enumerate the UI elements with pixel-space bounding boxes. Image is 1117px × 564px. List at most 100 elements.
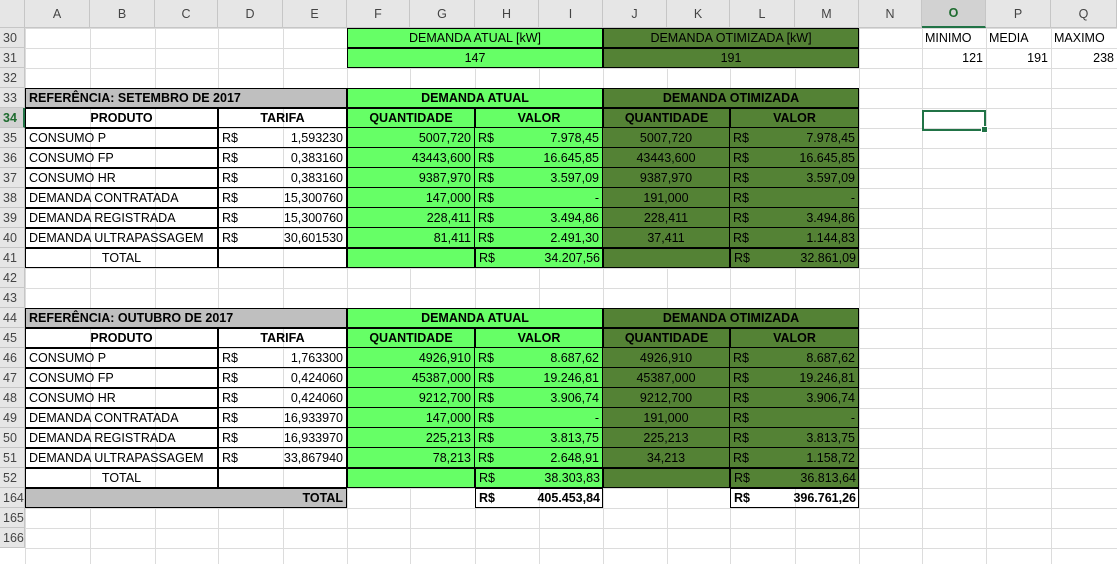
cell-quantidade-atual[interactable]: 9387,970: [347, 168, 475, 188]
cell-tarifa[interactable]: 15,300760: [218, 188, 347, 208]
column-header-q[interactable]: Q: [1051, 0, 1117, 28]
column-header-d[interactable]: D: [218, 0, 283, 28]
demanda-otimizada-kw-label[interactable]: DEMANDA OTIMIZADA [kW]: [603, 28, 859, 48]
column-header-o[interactable]: O: [922, 0, 986, 28]
cell-produto[interactable]: CONSUMO HR: [25, 388, 218, 408]
cell-valor-atual[interactable]: 16.645,85: [475, 148, 603, 168]
cell-tarifa[interactable]: 15,300760: [218, 208, 347, 228]
row-header-38[interactable]: 38: [0, 188, 25, 208]
total-label[interactable]: TOTAL: [25, 468, 218, 488]
col-tarifa[interactable]: TARIFA: [218, 328, 347, 348]
stat-label-minimo[interactable]: MINIMO: [922, 28, 986, 48]
column-header-f[interactable]: F: [347, 0, 410, 28]
cell-quantidade-atual[interactable]: 5007,720: [347, 128, 475, 148]
grand-total-otim[interactable]: 396.761,26: [730, 488, 859, 508]
col-produto[interactable]: PRODUTO: [25, 108, 218, 128]
stat-label-maximo[interactable]: MAXIMO: [1051, 28, 1117, 48]
cell-quantidade-otim[interactable]: 37,411: [603, 228, 730, 248]
total-qtd-otim-empty[interactable]: [603, 248, 730, 268]
row-header-164[interactable]: 164: [0, 488, 25, 508]
total-atual[interactable]: 34.207,56: [475, 248, 603, 268]
header-demanda-otimizada[interactable]: DEMANDA OTIMIZADA: [603, 308, 859, 328]
cell-valor-otim[interactable]: 1.158,72: [730, 448, 859, 468]
cell-tarifa[interactable]: 30,601530: [218, 228, 347, 248]
cell-tarifa[interactable]: 0,424060: [218, 368, 347, 388]
cell-valor-otim[interactable]: 3.813,75: [730, 428, 859, 448]
cell-valor-otim[interactable]: -: [730, 188, 859, 208]
cell-valor-atual[interactable]: 3.597,09: [475, 168, 603, 188]
cell-quantidade-atual[interactable]: 147,000: [347, 188, 475, 208]
row-header-51[interactable]: 51: [0, 448, 25, 468]
cell-quantidade-atual[interactable]: 9212,700: [347, 388, 475, 408]
cell-quantidade-otim[interactable]: 225,213: [603, 428, 730, 448]
cell-valor-atual[interactable]: -: [475, 188, 603, 208]
cell-quantidade-atual[interactable]: 225,213: [347, 428, 475, 448]
column-header-m[interactable]: M: [795, 0, 859, 28]
col-tarifa[interactable]: TARIFA: [218, 108, 347, 128]
row-header-44[interactable]: 44: [0, 308, 25, 328]
cell-valor-atual[interactable]: 3.813,75: [475, 428, 603, 448]
col-quantidade-atual[interactable]: QUANTIDADE: [347, 328, 475, 348]
header-demanda-atual[interactable]: DEMANDA ATUAL: [347, 88, 603, 108]
row-header-31[interactable]: 31: [0, 48, 25, 68]
total-tarifa-empty[interactable]: [218, 468, 347, 488]
cell-produto[interactable]: CONSUMO FP: [25, 368, 218, 388]
cell-valor-otim[interactable]: 19.246,81: [730, 368, 859, 388]
row-header-48[interactable]: 48: [0, 388, 25, 408]
row-header-33[interactable]: 33: [0, 88, 25, 108]
total-atual[interactable]: 38.303,83: [475, 468, 603, 488]
row-header-30[interactable]: 30: [0, 28, 25, 48]
cell-produto[interactable]: DEMANDA ULTRAPASSAGEM: [25, 228, 218, 248]
col-produto[interactable]: PRODUTO: [25, 328, 218, 348]
total-qtd-atual-empty[interactable]: [347, 468, 475, 488]
col-quantidade-otim[interactable]: QUANTIDADE: [603, 108, 730, 128]
cell-tarifa[interactable]: 1,593230: [218, 128, 347, 148]
cell-produto[interactable]: CONSUMO P: [25, 348, 218, 368]
cell-produto[interactable]: DEMANDA REGISTRADA: [25, 428, 218, 448]
row-header-36[interactable]: 36: [0, 148, 25, 168]
row-header-46[interactable]: 46: [0, 348, 25, 368]
demanda-atual-kw-value[interactable]: 147: [347, 48, 603, 68]
row-header-165[interactable]: 165: [0, 508, 25, 528]
cell-valor-otim[interactable]: 3.597,09: [730, 168, 859, 188]
cell-tarifa[interactable]: 16,933970: [218, 408, 347, 428]
cell-quantidade-atual[interactable]: 78,213: [347, 448, 475, 468]
cell-quantidade-otim[interactable]: 191,000: [603, 188, 730, 208]
total-qtd-atual-empty[interactable]: [347, 248, 475, 268]
cell-produto[interactable]: CONSUMO FP: [25, 148, 218, 168]
cell-valor-otim[interactable]: -: [730, 408, 859, 428]
cell-quantidade-atual[interactable]: 147,000: [347, 408, 475, 428]
cell-valor-atual[interactable]: 8.687,62: [475, 348, 603, 368]
active-cell-O34[interactable]: [922, 110, 988, 133]
header-demanda-atual[interactable]: DEMANDA ATUAL: [347, 308, 603, 328]
col-quantidade-atual[interactable]: QUANTIDADE: [347, 108, 475, 128]
row-header-49[interactable]: 49: [0, 408, 25, 428]
cell-quantidade-atual[interactable]: 43443,600: [347, 148, 475, 168]
stat-label-media[interactable]: MEDIA: [986, 28, 1051, 48]
table-title[interactable]: REFERÊNCIA: SETEMBRO DE 2017: [25, 88, 347, 108]
column-header-k[interactable]: K: [667, 0, 730, 28]
column-header-a[interactable]: A: [25, 0, 90, 28]
cell-valor-otim[interactable]: 3.906,74: [730, 388, 859, 408]
cell-valor-atual[interactable]: 7.978,45: [475, 128, 603, 148]
cell-quantidade-otim[interactable]: 191,000: [603, 408, 730, 428]
stat-value-media[interactable]: 191: [986, 48, 1051, 68]
cell-produto[interactable]: CONSUMO HR: [25, 168, 218, 188]
stat-value-maximo[interactable]: 238: [1051, 48, 1117, 68]
row-header-45[interactable]: 45: [0, 328, 25, 348]
row-header-42[interactable]: 42: [0, 268, 25, 288]
total-otim[interactable]: 36.813,64: [730, 468, 859, 488]
row-header-41[interactable]: 41: [0, 248, 25, 268]
cell-valor-atual[interactable]: 2.491,30: [475, 228, 603, 248]
cell-quantidade-otim[interactable]: 5007,720: [603, 128, 730, 148]
total-qtd-otim-empty[interactable]: [603, 468, 730, 488]
demanda-otimizada-kw-value[interactable]: 191: [603, 48, 859, 68]
column-header-n[interactable]: N: [859, 0, 922, 28]
table-title[interactable]: REFERÊNCIA: OUTUBRO DE 2017: [25, 308, 347, 328]
cell-produto[interactable]: DEMANDA ULTRAPASSAGEM: [25, 448, 218, 468]
demanda-atual-kw-label[interactable]: DEMANDA ATUAL [kW]: [347, 28, 603, 48]
col-valor-otim[interactable]: VALOR: [730, 328, 859, 348]
row-header-32[interactable]: 32: [0, 68, 25, 88]
row-header-50[interactable]: 50: [0, 428, 25, 448]
column-header-c[interactable]: C: [155, 0, 218, 28]
